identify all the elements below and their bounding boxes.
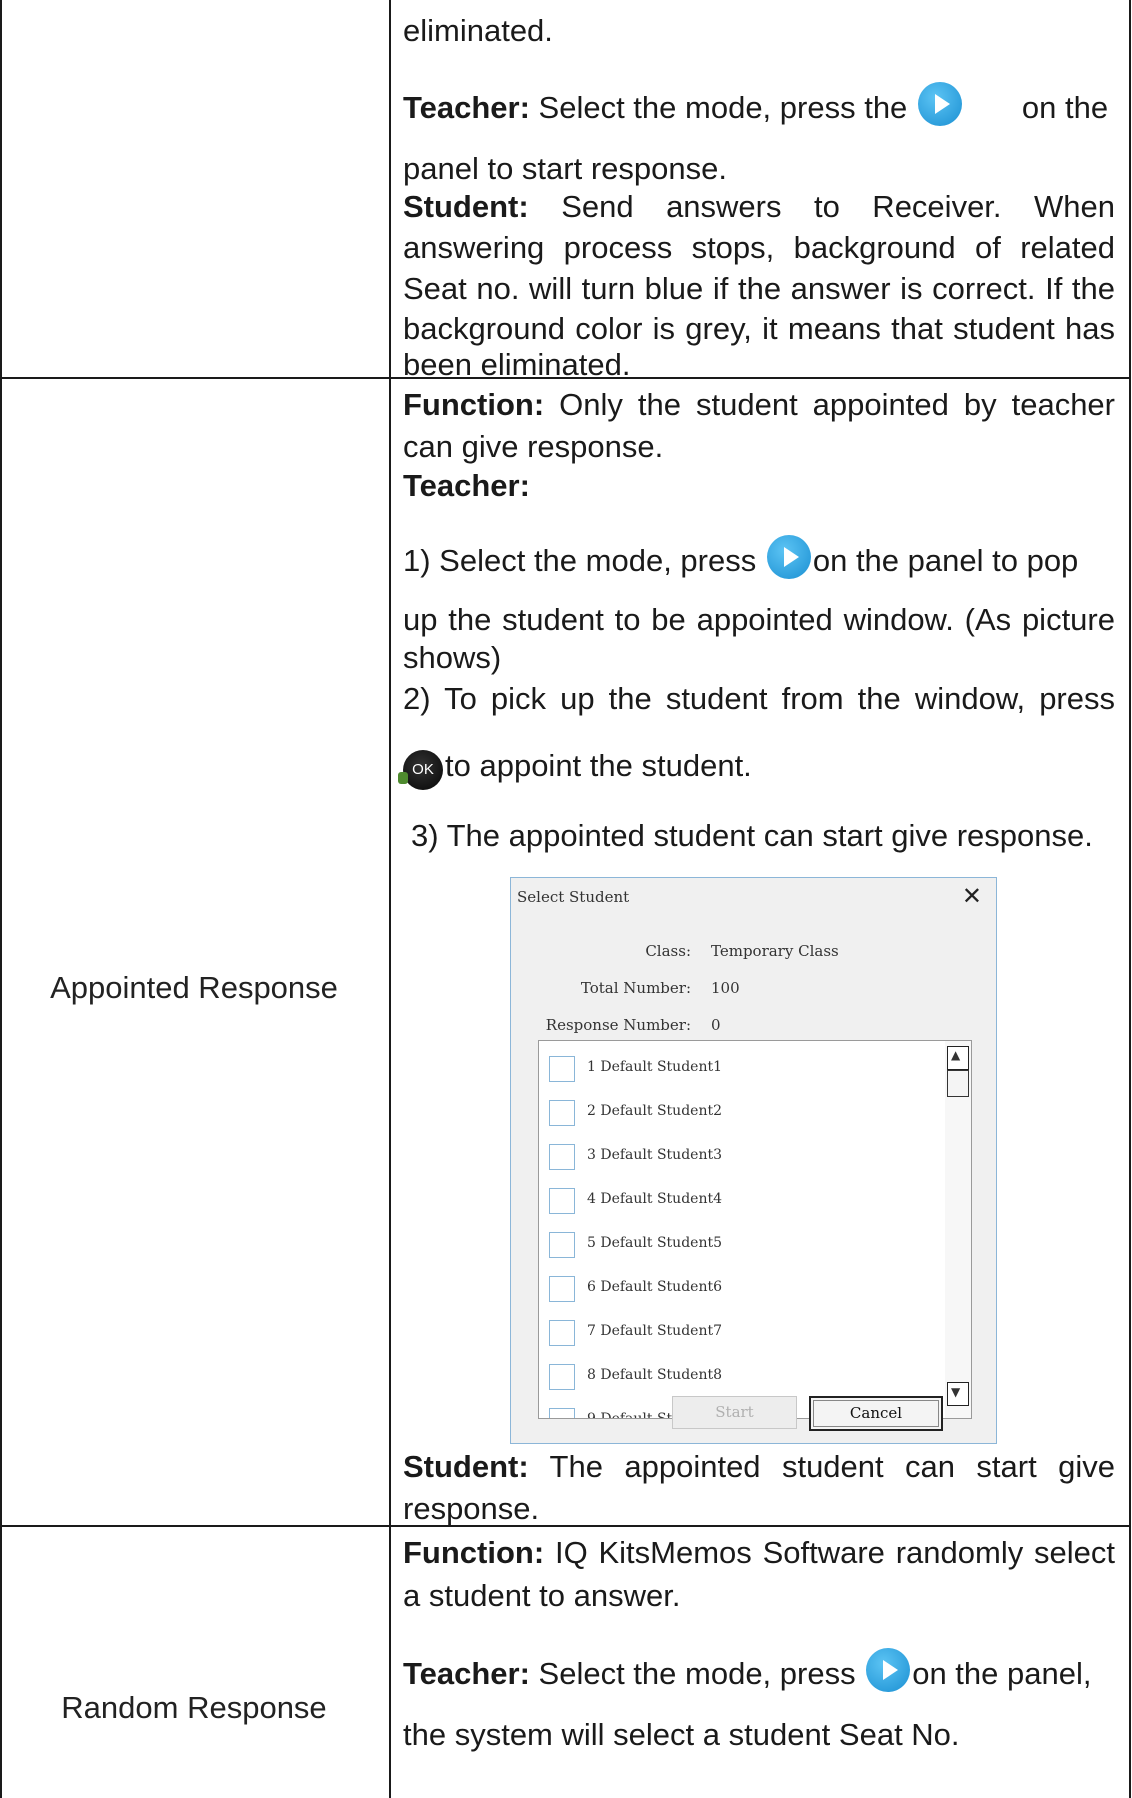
step2-line1: 2) To pick up the student from the windo… bbox=[403, 681, 1115, 716]
teacher-heading: Teacher: bbox=[403, 90, 530, 125]
student-checkbox[interactable] bbox=[549, 1188, 575, 1214]
play-icon bbox=[866, 1648, 911, 1692]
step3: 3) The appointed student can start give … bbox=[411, 818, 1093, 853]
student-text-appointed: The appointed student can start give bbox=[549, 1449, 1115, 1484]
student-line2: answering process stops, background of r… bbox=[403, 230, 1115, 265]
table-row-divider-2 bbox=[0, 1525, 1131, 1527]
play-icon bbox=[766, 535, 811, 579]
function-line2: can give response. bbox=[403, 429, 664, 464]
student-list[interactable]: 1 Default Student1 2 Default Student2 3 … bbox=[538, 1040, 972, 1419]
step1: 1) Select the mode, press on the panel t… bbox=[403, 535, 1078, 579]
response-number-value: 0 bbox=[711, 1016, 721, 1034]
text-eliminated: eliminated. bbox=[403, 13, 553, 48]
student-name: 8 Default Student8 bbox=[587, 1367, 722, 1383]
function-text: Only the student appointed by teacher bbox=[544, 387, 1115, 422]
student-heading-appointed: Student: bbox=[403, 1449, 529, 1484]
teacher-line2-random: the system will select a student Seat No… bbox=[403, 1717, 960, 1752]
teacher-instruction-random: Teacher: Select the mode, press on the p… bbox=[403, 1648, 1091, 1692]
total-number-value: 100 bbox=[711, 979, 740, 997]
list-item[interactable]: 6 Default Student6 bbox=[539, 1272, 939, 1316]
student-heading: Student: bbox=[403, 189, 529, 224]
scroll-down-glyph: ▼ bbox=[951, 1385, 961, 1399]
student-checkbox[interactable] bbox=[549, 1100, 575, 1126]
student-checkbox[interactable] bbox=[549, 1408, 575, 1418]
list-item[interactable]: 1 Default Student1 bbox=[539, 1052, 939, 1096]
scroll-down-icon[interactable]: ▼ bbox=[947, 1382, 969, 1406]
student-checkbox[interactable] bbox=[549, 1144, 575, 1170]
student-checkbox[interactable] bbox=[549, 1232, 575, 1258]
function-heading-random: Function: bbox=[403, 1535, 545, 1570]
student-instruction-appointed: Student: The appointed student can start… bbox=[403, 1448, 1115, 1485]
step1-line2: up the student to be appointed window. (… bbox=[403, 602, 1115, 637]
close-icon[interactable]: ✕ bbox=[962, 882, 982, 910]
ok-button-icon: OK bbox=[398, 750, 443, 790]
student-checkbox[interactable] bbox=[549, 1364, 575, 1390]
teacher-text-random-cont: on the panel, bbox=[912, 1656, 1092, 1691]
list-item[interactable]: 4 Default Student4 bbox=[539, 1184, 939, 1228]
student-name: 6 Default Student6 bbox=[587, 1279, 722, 1295]
list-item[interactable]: 3 Default Student3 bbox=[539, 1140, 939, 1184]
teacher-text: Select the mode, press the bbox=[529, 90, 916, 125]
teacher-heading-random: Teacher: bbox=[403, 1656, 530, 1691]
list-item[interactable]: 2 Default Student2 bbox=[539, 1096, 939, 1140]
student-name: 4 Default Student4 bbox=[587, 1191, 722, 1207]
teacher-line2: panel to start response. bbox=[403, 151, 727, 186]
student-text: Send answers to Receiver. When bbox=[561, 189, 1115, 224]
student-checkbox[interactable] bbox=[549, 1056, 575, 1082]
step2-text: to appoint the student. bbox=[445, 748, 752, 783]
student-checkbox[interactable] bbox=[549, 1276, 575, 1302]
teacher-text-random: Select the mode, press bbox=[529, 1656, 865, 1691]
class-label: Class: bbox=[645, 942, 691, 960]
play-icon bbox=[917, 82, 962, 126]
student-name: 1 Default Student1 bbox=[587, 1059, 722, 1075]
table-border-left bbox=[0, 0, 2, 1798]
student-line2-appointed: response. bbox=[403, 1491, 540, 1526]
vertical-scrollbar[interactable]: ▲ ▼ bbox=[945, 1041, 971, 1418]
select-student-dialog: Select Student ✕ Class: Temporary Class … bbox=[510, 877, 997, 1444]
response-number-label: Response Number: bbox=[545, 1016, 691, 1034]
step1-line3: shows) bbox=[403, 640, 502, 675]
function-line2-random: a student to answer. bbox=[403, 1578, 681, 1613]
step2-line2: OK to appoint the student. bbox=[398, 747, 752, 790]
student-instruction: Student: Send answers to Receiver. When bbox=[403, 188, 1115, 225]
row-label-appointed-response: Appointed Response bbox=[50, 970, 338, 1005]
start-button[interactable]: Start bbox=[672, 1396, 797, 1429]
step1-text: 1) Select the mode, press bbox=[403, 543, 765, 578]
scroll-up-glyph: ▲ bbox=[951, 1048, 961, 1062]
list-item[interactable]: 7 Default Student7 bbox=[539, 1316, 939, 1360]
student-name: 7 Default Student7 bbox=[587, 1323, 722, 1339]
function-description-random: Function: IQ KitsMemos Software randomly… bbox=[403, 1534, 1115, 1571]
table-border-right bbox=[1129, 0, 1131, 1798]
function-text-random: IQ KitsMemos Software randomly select bbox=[544, 1535, 1115, 1570]
student-name: 2 Default Student2 bbox=[587, 1103, 722, 1119]
step1-text-cont: on the panel to pop bbox=[812, 543, 1079, 578]
teacher-text-cont: on the bbox=[1021, 90, 1109, 125]
class-value: Temporary Class bbox=[711, 942, 839, 960]
student-name: 5 Default Student5 bbox=[587, 1235, 722, 1251]
row-label-random-response: Random Response bbox=[61, 1690, 327, 1725]
student-line3: Seat no. will turn blue if the answer is… bbox=[403, 271, 1115, 306]
list-item[interactable]: 5 Default Student5 bbox=[539, 1228, 939, 1272]
student-name: 3 Default Student3 bbox=[587, 1147, 722, 1163]
scrollbar-thumb[interactable] bbox=[947, 1070, 969, 1097]
scroll-up-icon[interactable]: ▲ bbox=[947, 1046, 969, 1070]
table-column-divider bbox=[389, 0, 391, 1798]
teacher-heading-appointed: Teacher: bbox=[403, 468, 530, 503]
total-number-label: Total Number: bbox=[580, 979, 691, 997]
cancel-button[interactable]: Cancel bbox=[809, 1396, 943, 1431]
function-description: Function: Only the student appointed by … bbox=[403, 386, 1115, 423]
student-line4: background color is grey, it means that … bbox=[403, 311, 1115, 346]
teacher-instruction: Teacher: Select the mode, press the on t… bbox=[403, 82, 1108, 126]
function-heading: Function: bbox=[403, 387, 545, 422]
student-checkbox[interactable] bbox=[549, 1320, 575, 1346]
dialog-title: Select Student bbox=[517, 888, 630, 906]
student-line5: been eliminated. bbox=[403, 347, 631, 382]
